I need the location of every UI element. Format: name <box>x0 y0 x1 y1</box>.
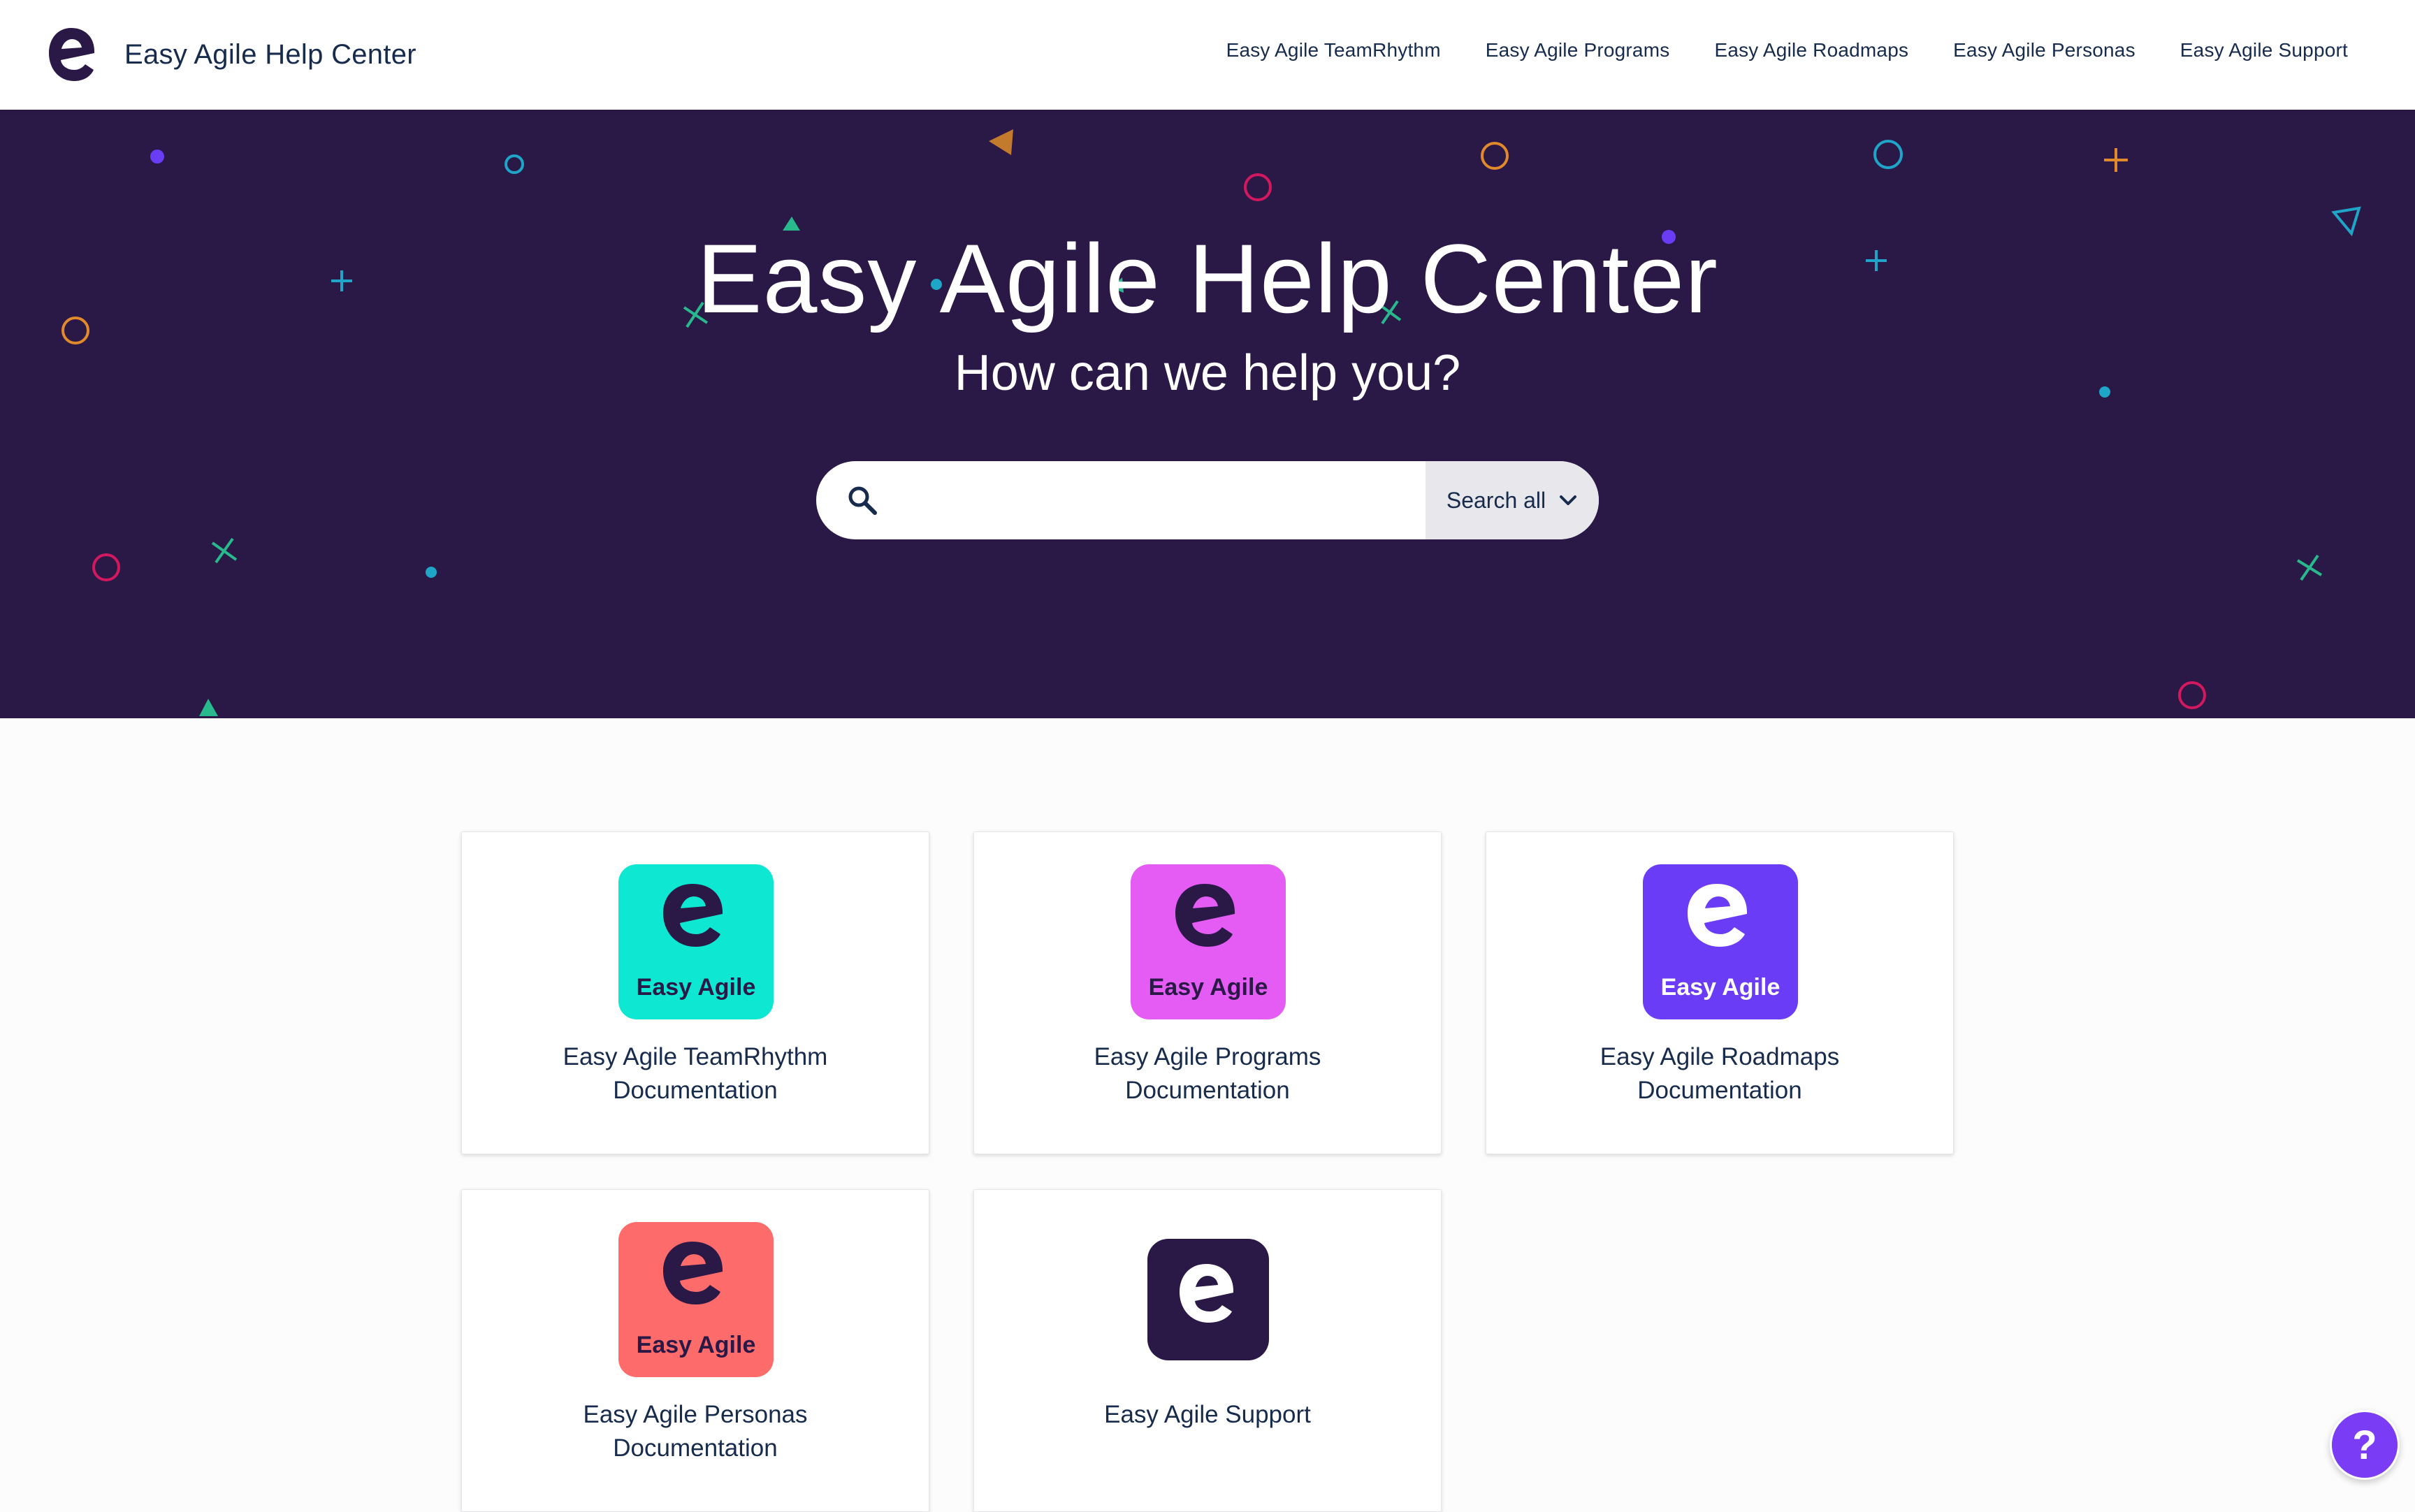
magnifier-icon <box>848 486 877 515</box>
card-title-line1: Easy Agile TeamRhythm <box>563 1043 828 1070</box>
support-app-icon <box>1147 1239 1269 1360</box>
personas-app-icon: Easy Agile <box>618 1222 774 1377</box>
roadmaps-app-icon: Easy Agile <box>1643 864 1798 1019</box>
card-icon-text: Easy Agile <box>637 974 756 1001</box>
confetti-decoration <box>61 129 2361 716</box>
card-title-line2: Documentation <box>613 1434 778 1462</box>
card-title: Easy Agile Roadmaps Documentation <box>1486 1040 1953 1107</box>
chevron-down-icon <box>1560 495 1577 505</box>
card-personas[interactable]: Easy Agile Easy Agile Personas Documenta… <box>461 1189 929 1512</box>
hero-banner: Easy Agile Help Center How can we help y… <box>0 110 2415 718</box>
programs-app-icon: Easy Agile <box>1131 864 1286 1019</box>
card-title: Easy Agile Programs Documentation <box>974 1040 1441 1107</box>
top-navigation: Easy Agile Help Center Easy Agile TeamRh… <box>0 0 2415 110</box>
card-icon-text: Easy Agile <box>1149 974 1268 1001</box>
card-title-line1: Easy Agile Support <box>1104 1401 1311 1428</box>
nav-link-teamrhythm[interactable]: Easy Agile TeamRhythm <box>1226 39 1441 61</box>
search-scope-label: Search all <box>1446 487 1546 513</box>
site-title: Easy Agile Help Center <box>124 38 416 70</box>
card-teamrhythm[interactable]: Easy Agile Easy Agile TeamRhythm Documen… <box>461 831 929 1154</box>
card-roadmaps[interactable]: Easy Agile Easy Agile Roadmaps Documenta… <box>1486 831 1954 1154</box>
search-icon <box>823 461 901 539</box>
hero-title: Easy Agile Help Center <box>697 224 1718 333</box>
header-nav: Easy Agile TeamRhythm Easy Agile Program… <box>1226 39 2348 61</box>
card-icon-text: Easy Agile <box>637 1332 756 1358</box>
search-scope-dropdown[interactable]: Search all <box>1426 461 1599 539</box>
search-bar: Search all <box>816 461 1599 539</box>
teamrhythm-app-icon: Easy Agile <box>618 864 774 1019</box>
card-title: Easy Agile Support <box>974 1398 1441 1432</box>
card-title-line1: Easy Agile Personas <box>583 1401 808 1428</box>
hero-subtitle: How can we help you? <box>954 345 1461 401</box>
card-title-line1: Easy Agile Programs <box>1094 1043 1321 1070</box>
help-question-icon: ? <box>2352 1422 2377 1468</box>
help-button[interactable]: ? <box>2330 1410 2400 1480</box>
card-title: Easy Agile TeamRhythm Documentation <box>462 1040 929 1107</box>
card-title-line2: Documentation <box>1637 1077 1802 1104</box>
nav-link-programs[interactable]: Easy Agile Programs <box>1486 39 1670 61</box>
easy-agile-logo-icon <box>49 28 95 81</box>
nav-link-personas[interactable]: Easy Agile Personas <box>1953 39 2135 61</box>
search-input[interactable] <box>901 461 1426 539</box>
card-support[interactable]: Easy Agile Support <box>973 1189 1442 1512</box>
card-title-line1: Easy Agile Roadmaps <box>1600 1043 1840 1070</box>
card-title-line2: Documentation <box>1125 1077 1290 1104</box>
home-link[interactable]: Easy Agile Help Center <box>46 25 416 84</box>
card-programs[interactable]: Easy Agile Easy Agile Programs Documenta… <box>973 831 1442 1154</box>
nav-link-support[interactable]: Easy Agile Support <box>2180 39 2348 61</box>
card-icon-text: Easy Agile <box>1661 974 1781 1001</box>
card-title: Easy Agile Personas Documentation <box>462 1398 929 1465</box>
card-title-line2: Documentation <box>613 1077 778 1104</box>
nav-link-roadmaps[interactable]: Easy Agile Roadmaps <box>1714 39 1908 61</box>
